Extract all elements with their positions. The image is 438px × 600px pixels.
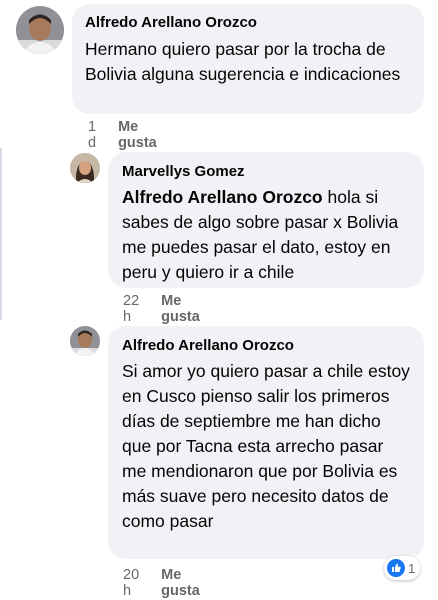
comment-timestamp[interactable]: 22 h bbox=[123, 293, 139, 325]
like-button[interactable]: Me gusta bbox=[118, 119, 157, 151]
comment-text: Alfredo Arellano Orozco hola si sabes de… bbox=[122, 185, 412, 285]
comment-bubble: Marvellys Gomez Alfredo Arellano Orozco … bbox=[108, 152, 424, 288]
reaction-summary[interactable]: 1 bbox=[384, 556, 421, 580]
comment-author[interactable]: Alfredo Arellano Orozco bbox=[85, 13, 412, 33]
comment-actions: 22 h Me gusta bbox=[123, 293, 200, 325]
comment-text: Hermano quiero pasar por la trocha de Bo… bbox=[85, 39, 401, 84]
like-button[interactable]: Me gusta bbox=[161, 567, 200, 599]
comment-bubble: Alfredo Arellano Orozco Si amor yo quier… bbox=[108, 326, 424, 559]
reaction-count: 1 bbox=[408, 560, 416, 576]
comment-author[interactable]: Marvellys Gomez bbox=[122, 162, 412, 182]
avatar[interactable] bbox=[70, 326, 100, 356]
avatar[interactable] bbox=[16, 6, 64, 54]
avatar[interactable] bbox=[70, 153, 100, 183]
comment-bubble: Alfredo Arellano Orozco Hermano quiero p… bbox=[72, 4, 424, 114]
comment-text: Si amor yo quiero pasar a chile estoy en… bbox=[122, 361, 410, 531]
comment-author[interactable]: Alfredo Arellano Orozco bbox=[122, 336, 412, 356]
reply-thread-line bbox=[0, 148, 2, 320]
comment-actions: 1 d Me gusta bbox=[88, 119, 157, 151]
like-thumb-icon bbox=[387, 559, 405, 577]
comment-timestamp[interactable]: 20 h bbox=[123, 567, 139, 599]
like-button[interactable]: Me gusta bbox=[161, 293, 200, 325]
mention-link[interactable]: Alfredo Arellano Orozco bbox=[122, 187, 323, 207]
comment-actions: 20 h Me gusta bbox=[123, 567, 200, 599]
comment-timestamp[interactable]: 1 d bbox=[88, 119, 96, 151]
